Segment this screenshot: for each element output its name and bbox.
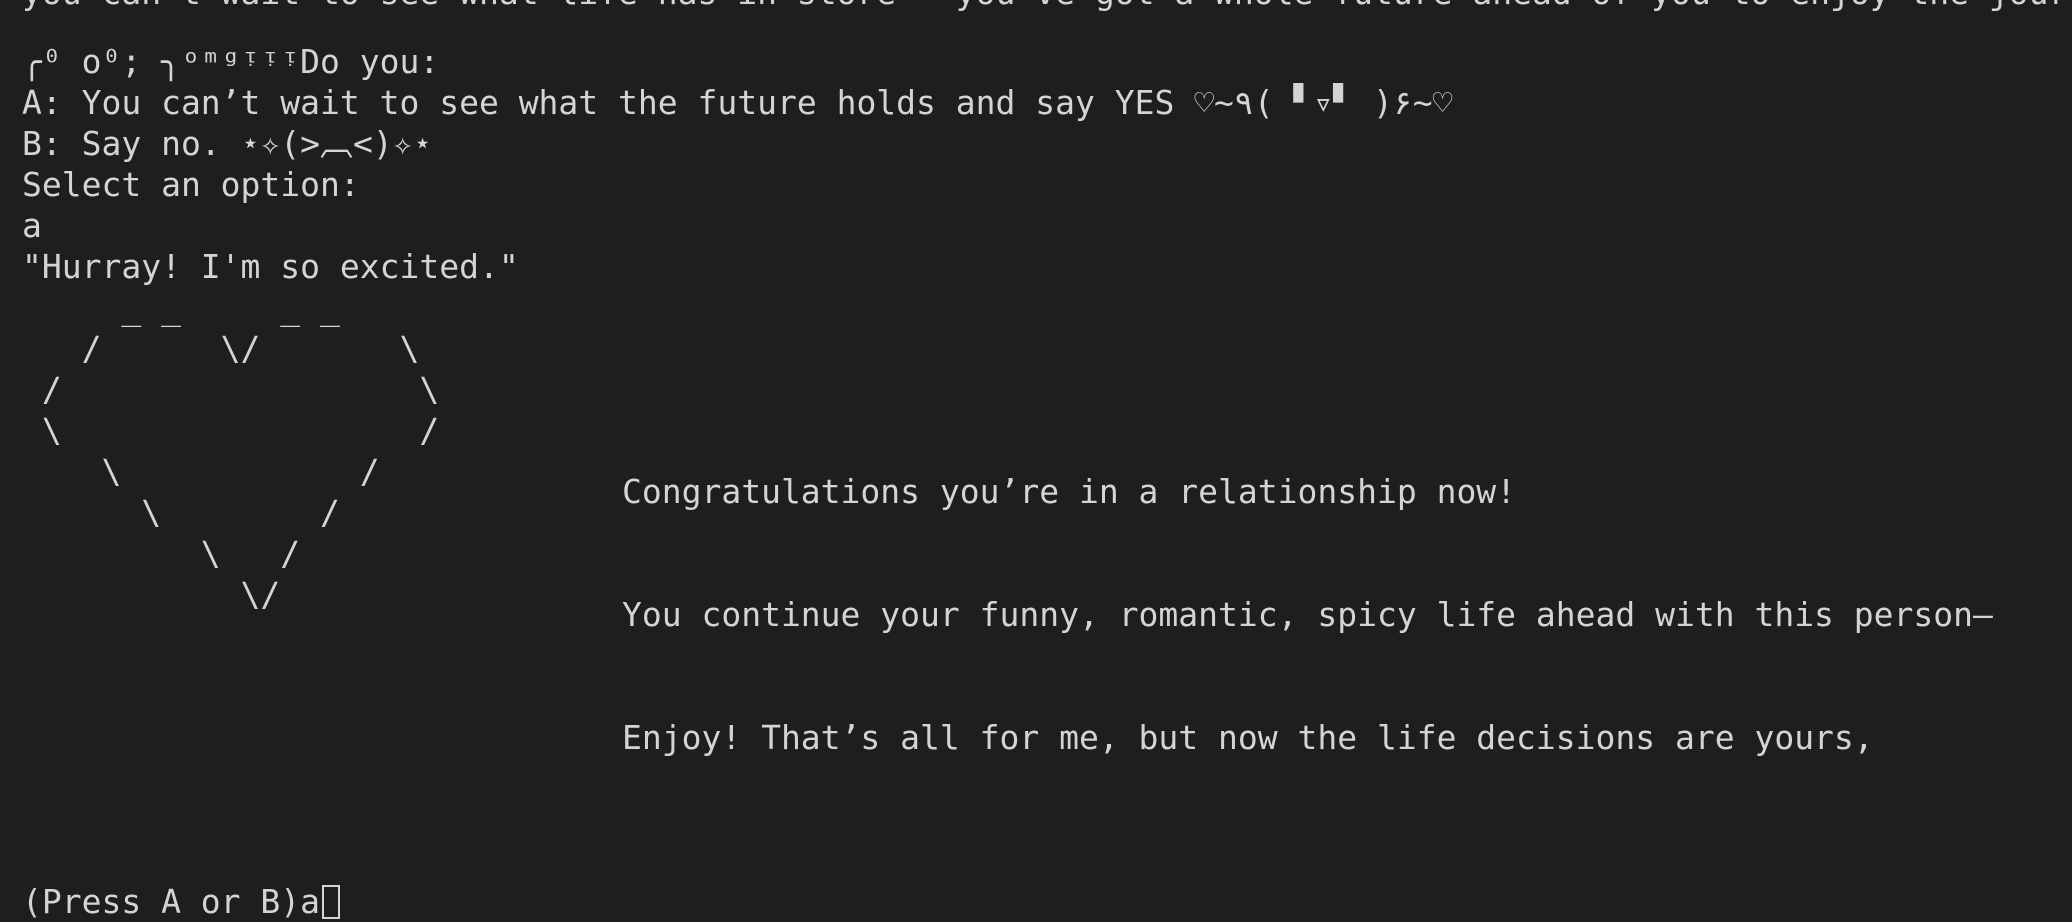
clipped-text: you can't wait to see what life has in s… — [22, 0, 2062, 13]
terminal-output: you can't wait to see what life has in s… — [22, 0, 2062, 921]
message-line-2: You continue your funny, romantic, spicy… — [622, 595, 1993, 634]
option-a-line: A: You can’t wait to see what the future… — [22, 83, 1453, 122]
option-b-line: B: Say no. ⋆✧(>︹<)✧⋆ — [22, 124, 433, 163]
final-prompt-text: (Press A or B) — [22, 882, 301, 921]
question-line: ╭⁰ o⁰; ╮ᵒᵐᵍᵎᵎᵎDo you: — [22, 42, 440, 81]
heart-section: _ _ _ _ / \/ \ / \ \ / \ / \ / \ / \/ Co… — [22, 287, 2062, 840]
congrats-message: Congratulations you’re in a relationship… — [622, 287, 1993, 840]
terminal-cursor[interactable] — [322, 884, 341, 919]
ascii-heart-art: _ _ _ _ / \/ \ / \ \ / \ / \ / \ / \/ — [41, 288, 440, 614]
clipped-output-line: you can't wait to see what life has in s… — [22, 0, 2062, 41]
final-input-text[interactable]: a — [300, 881, 320, 922]
select-prompt-line: Select an option: — [22, 165, 360, 204]
message-line-3: Enjoy! That’s all for me, but now the li… — [622, 718, 1874, 757]
message-line-1: Congratulations you’re in a relationship… — [622, 472, 1517, 511]
final-prompt-line[interactable]: (Press A or B) a — [22, 881, 2062, 922]
reaction-line: "Hurray! I'm so excited." — [22, 247, 519, 286]
user-input-line: a — [22, 206, 42, 245]
